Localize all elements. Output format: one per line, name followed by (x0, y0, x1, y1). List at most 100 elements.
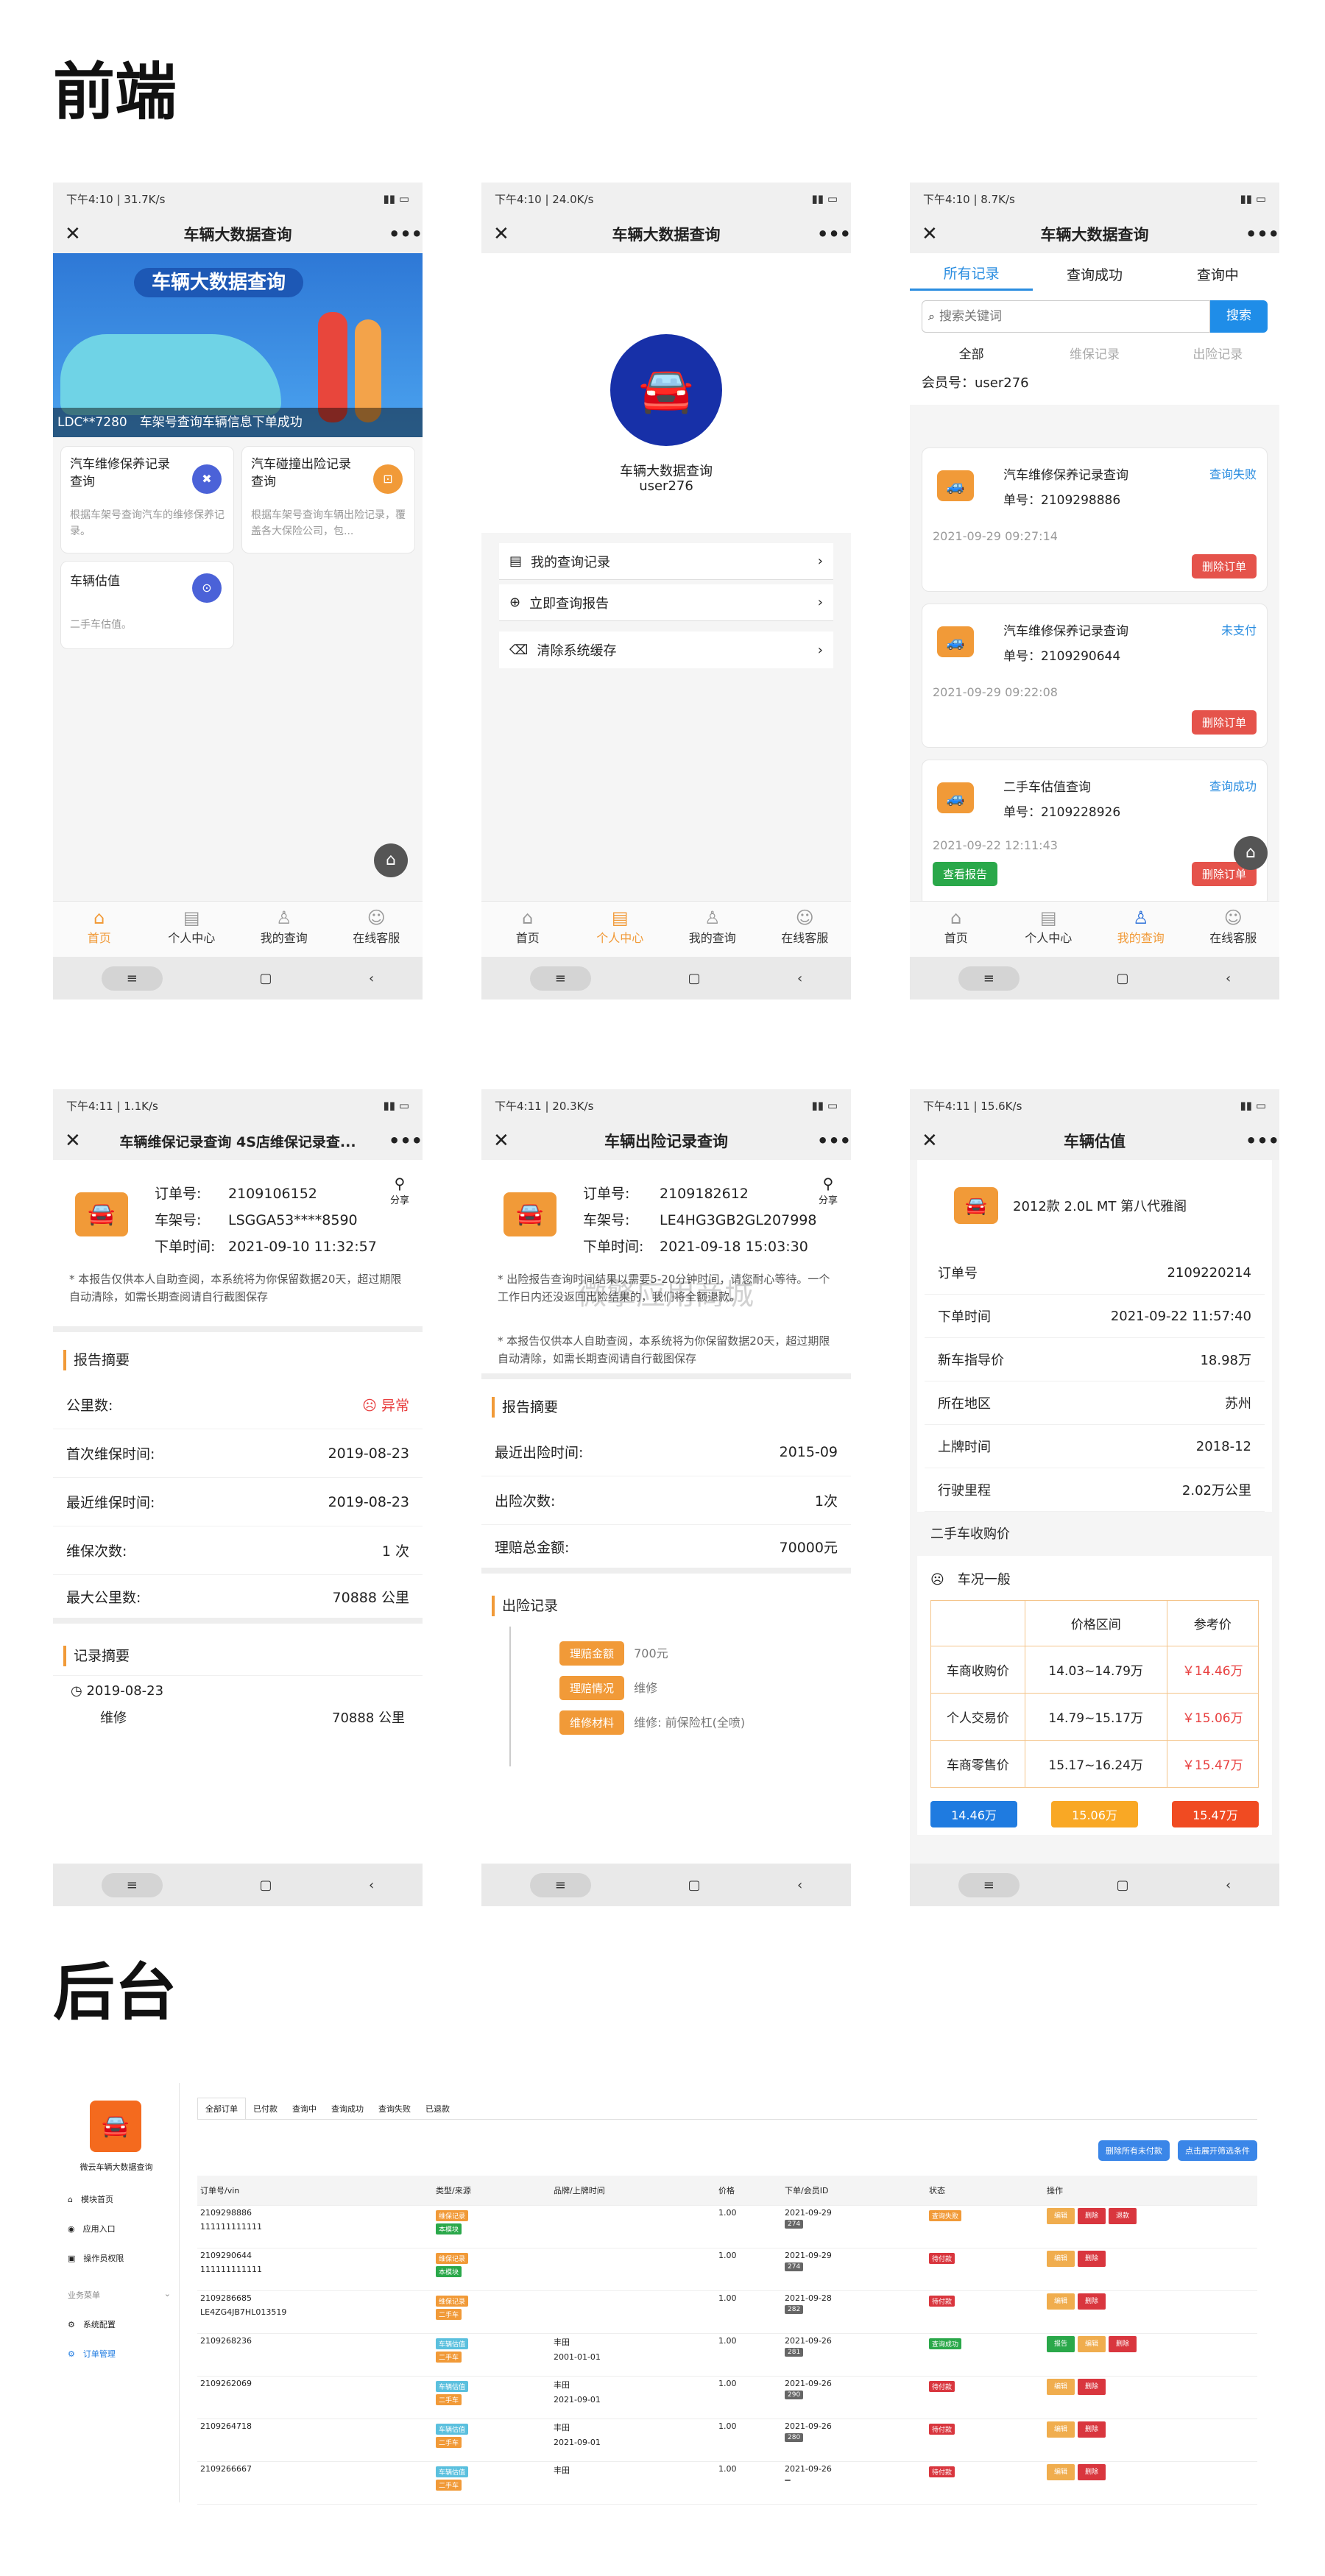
row-action-button[interactable]: 编辑 (1047, 2250, 1075, 2267)
square-icon[interactable]: ▢ (259, 971, 272, 986)
tab-all[interactable]: 全部订单 (197, 2098, 246, 2119)
back-icon[interactable]: ‹ (1226, 1878, 1231, 1893)
tab-service[interactable]: ☺ 在线客服 (759, 902, 852, 957)
menu-item-clear-cache[interactable]: ⌫ 清除系统缓存 › (499, 631, 833, 668)
tab-home[interactable]: ⌂ 首页 (481, 902, 574, 957)
tab-all-records[interactable]: 所有记录 (910, 263, 1034, 291)
search-button[interactable]: 搜索 (1210, 300, 1268, 333)
home-float-icon[interactable]: ⌂ (374, 843, 408, 877)
tab-profile[interactable]: ▤ 个人中心 (574, 902, 667, 957)
row-action-button[interactable]: 编辑 (1078, 2335, 1106, 2352)
row-action-button[interactable]: 退款 (1109, 2207, 1137, 2224)
filter-toggle-button[interactable]: 点击展开筛选条件 (1178, 2140, 1257, 2161)
filter-claims[interactable]: 出险记录 (1156, 344, 1279, 362)
tab-refunded[interactable]: 已退款 (418, 2098, 457, 2119)
share-button[interactable]: ⚲ 分享 (390, 1175, 409, 1206)
menu-icon[interactable]: ≡ (529, 966, 591, 991)
square-icon[interactable]: ▢ (1116, 971, 1128, 986)
tab-home[interactable]: ⌂ 首页 (53, 902, 146, 957)
menu-icon[interactable]: ≡ (958, 966, 1020, 991)
row-action-button[interactable]: 编辑 (1047, 2463, 1075, 2480)
menu-icon[interactable]: ≡ (958, 1872, 1020, 1897)
filter-maint[interactable]: 维保记录 (1033, 344, 1156, 362)
delete-order-button[interactable]: 删除订单 (1191, 710, 1257, 735)
order-card[interactable]: 🚙 汽车维修保养记录查询 单号：2109298886 查询失败 2021-09-… (922, 447, 1268, 592)
close-icon[interactable]: ✕ (65, 223, 87, 245)
menu-item-my-records[interactable]: ▤ 我的查询记录 › (499, 543, 833, 580)
back-icon[interactable]: ‹ (1226, 971, 1231, 986)
home-float-icon[interactable]: ⌂ (1234, 836, 1268, 870)
menu-icon[interactable]: ≡ (101, 966, 163, 991)
back-icon[interactable]: ‹ (369, 971, 374, 986)
tab-querying[interactable]: 查询中 (285, 2098, 324, 2119)
search-box[interactable]: ⌕ (922, 300, 1210, 333)
order-card[interactable]: 🚙 汽车维修保养记录查询 单号：2109290644 未支付 2021-09-2… (922, 604, 1268, 748)
menu-icon[interactable]: ≡ (101, 1872, 163, 1897)
back-icon[interactable]: ‹ (797, 971, 802, 986)
search-input[interactable] (939, 309, 1160, 324)
delete-order-button[interactable]: 删除订单 (1191, 554, 1257, 578)
close-icon[interactable]: ✕ (65, 1130, 87, 1152)
more-icon[interactable]: ••• (817, 224, 851, 244)
square-icon[interactable]: ▢ (259, 1878, 272, 1893)
phone-claims-report: 下午4:11 | 20.3K/s ▮▮ ▭ ✕ 车辆出险记录查询 ••• 🚘 订单号:… (481, 1089, 851, 1906)
delete-unpaid-button[interactable]: 删除所有未付款 (1098, 2140, 1170, 2161)
close-icon[interactable]: ✕ (922, 1130, 944, 1152)
filter-all[interactable]: 全部 (910, 344, 1033, 362)
tab-success[interactable]: 查询成功 (324, 2098, 371, 2119)
row-action-button[interactable]: 编辑 (1047, 2378, 1075, 2395)
tab-queries[interactable]: ♙ 我的查询 (238, 902, 331, 957)
sidebar-item-config[interactable]: ⚙ 系统配置 (68, 2318, 116, 2330)
row-action-button[interactable]: 编辑 (1047, 2207, 1075, 2224)
view-report-button[interactable]: 查看报告 (933, 862, 998, 886)
square-icon[interactable]: ▢ (1116, 1878, 1128, 1893)
tab-success[interactable]: 查询成功 (1033, 264, 1156, 290)
row-action-button[interactable]: 删除 (1078, 2293, 1106, 2310)
menu-item-report[interactable]: ⊕ 立即查询报告 › (499, 584, 833, 621)
row-action-button[interactable]: 删除 (1078, 2463, 1106, 2480)
service-card[interactable]: 汽车维修保养记录查询 ✖ 根据车架号查询汽车的维修保养记录。 (60, 446, 234, 553)
sidebar-item-home[interactable]: ⌂ 模块首页 (68, 2193, 113, 2205)
row-action-button[interactable]: 删除 (1109, 2335, 1137, 2352)
row-action-button[interactable]: 删除 (1078, 2378, 1106, 2395)
tab-failed[interactable]: 查询失败 (371, 2098, 418, 2119)
tab-profile[interactable]: ▤ 个人中心 (146, 902, 239, 957)
more-icon[interactable]: ••• (389, 224, 423, 244)
tab-service[interactable]: ☺ 在线客服 (331, 902, 423, 957)
back-icon[interactable]: ‹ (369, 1878, 374, 1893)
service-card[interactable]: 汽车碰撞出险记录查询 ⊡ 根据车架号查询车辆出险记录，覆盖各大保险公司，包... (241, 446, 415, 553)
close-icon[interactable]: ✕ (493, 1130, 515, 1152)
sidebar-group[interactable]: 业务菜单 ⌄ (68, 2289, 171, 2301)
order-card[interactable]: 🚙 二手车估值查询 单号：2109228926 查询成功 2021-09-22 … (922, 760, 1268, 907)
square-icon[interactable]: ▢ (688, 1878, 700, 1893)
row-action-button[interactable]: 编辑 (1047, 2293, 1075, 2310)
square-icon[interactable]: ▢ (688, 971, 700, 986)
tab-pending[interactable]: 查询中 (1156, 264, 1279, 290)
tab-home[interactable]: ⌂ 首页 (910, 902, 1003, 957)
close-icon[interactable]: ✕ (922, 223, 944, 245)
back-icon[interactable]: ‹ (797, 1878, 802, 1893)
row-action-button[interactable]: 删除 (1078, 2250, 1106, 2267)
share-button[interactable]: ⚲ 分享 (819, 1175, 838, 1206)
tab-profile[interactable]: ▤ 个人中心 (1003, 902, 1095, 957)
banner[interactable]: 车辆大数据查询 LDC**7280 车架号查询车辆信息下单成功 (53, 253, 423, 437)
more-icon[interactable]: ••• (817, 1130, 851, 1151)
row-action-button[interactable]: 删除 (1078, 2421, 1106, 2438)
sidebar-item-perms[interactable]: ▣ 操作员权限 (68, 2252, 124, 2264)
sidebar-item-entry[interactable]: ◉ 应用入口 (68, 2223, 116, 2234)
tab-paid[interactable]: 已付款 (246, 2098, 285, 2119)
row-action-button[interactable]: 删除 (1078, 2207, 1106, 2224)
sidebar-item-orders[interactable]: ⚙ 订单管理 (68, 2348, 116, 2360)
tab-queries[interactable]: ♙ 我的查询 (666, 902, 759, 957)
service-card[interactable]: 车辆估值 ⊙ 二手车估值。 (60, 561, 234, 649)
tab-queries[interactable]: ♙ 我的查询 (1095, 902, 1187, 957)
smile-icon: ☺ (1223, 907, 1243, 928)
close-icon[interactable]: ✕ (493, 223, 515, 245)
row-action-button[interactable]: 编辑 (1047, 2421, 1075, 2438)
row-action-button[interactable]: 报告 (1047, 2335, 1075, 2352)
more-icon[interactable]: ••• (1246, 1130, 1279, 1151)
more-icon[interactable]: ••• (1246, 224, 1279, 244)
more-icon[interactable]: ••• (389, 1130, 423, 1151)
tab-service[interactable]: ☺ 在线客服 (1187, 902, 1280, 957)
menu-icon[interactable]: ≡ (529, 1872, 591, 1897)
